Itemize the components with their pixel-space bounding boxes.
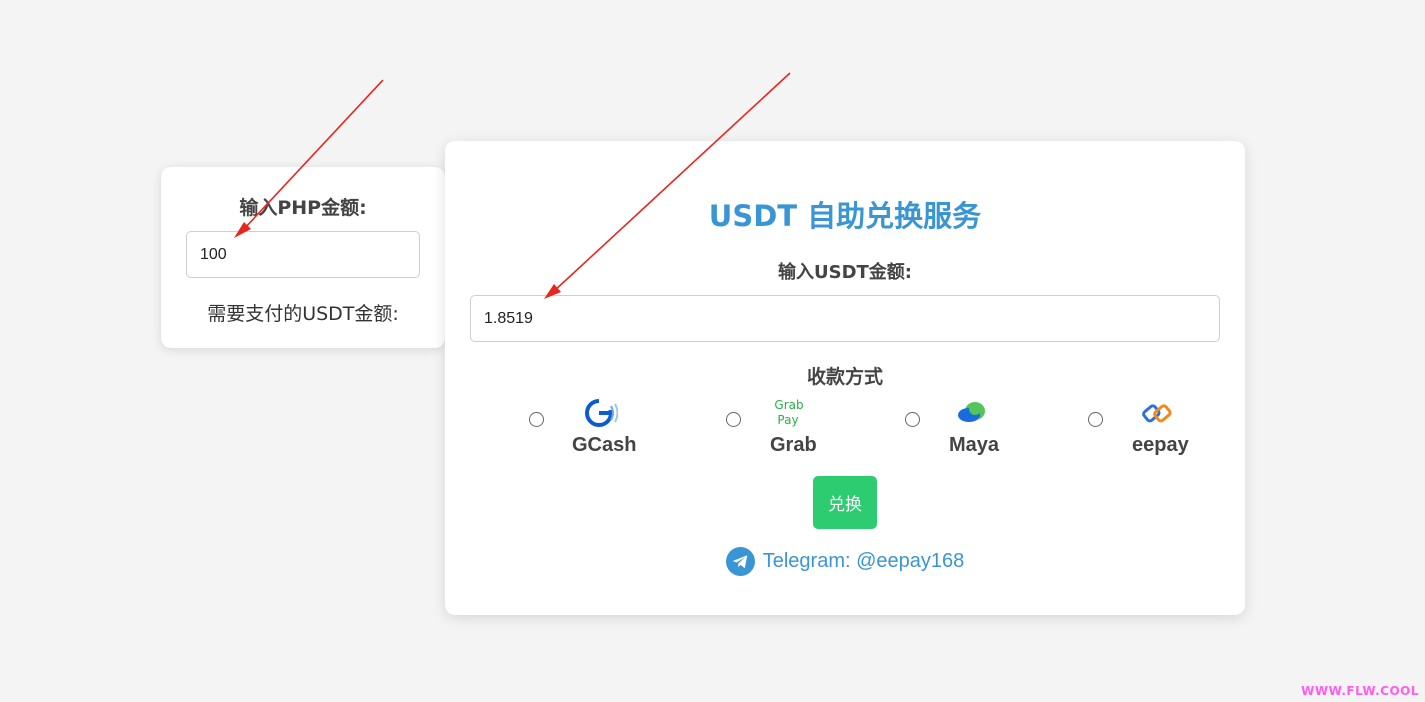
payment-option-gcash[interactable]: GCash bbox=[529, 396, 649, 466]
grabpay-logo-icon: Grab Pay bbox=[774, 398, 803, 427]
payment-option-eepay[interactable]: eepay bbox=[1088, 396, 1198, 466]
eepay-label: eepay bbox=[1132, 434, 1189, 456]
payment-option-grab[interactable]: Grab Pay Grab bbox=[726, 396, 836, 466]
gcash-radio[interactable] bbox=[529, 412, 544, 427]
exchange-button[interactable]: 兑换 bbox=[813, 476, 877, 529]
php-amount-card: 输入PHP金额: 需要支付的USDT金额: bbox=[161, 167, 445, 348]
grab-radio[interactable] bbox=[726, 412, 741, 427]
grab-label: Grab bbox=[770, 434, 817, 456]
gcash-logo-icon bbox=[585, 399, 618, 427]
page-title: USDT 自助兑换服务 bbox=[708, 199, 982, 233]
payment-method-label: 收款方式 bbox=[806, 366, 883, 388]
usdt-exchange-card: USDT 自助兑换服务 输入USDT金额: 收款方式 GCash Grab Pa… bbox=[445, 141, 1245, 615]
telegram-icon bbox=[725, 546, 755, 576]
php-amount-input[interactable] bbox=[186, 231, 420, 278]
usdt-payable-label: 需要支付的USDT金额: bbox=[207, 303, 399, 325]
maya-label: Maya bbox=[949, 434, 1000, 456]
php-amount-label: 输入PHP金额: bbox=[239, 197, 367, 219]
telegram-contact-link[interactable]: Telegram: @eepay168 bbox=[445, 546, 1245, 576]
eepay-logo-icon bbox=[1142, 404, 1172, 423]
watermark: WWW.FLW.COOL bbox=[1301, 684, 1419, 698]
eepay-radio[interactable] bbox=[1088, 412, 1103, 427]
maya-logo-icon bbox=[958, 402, 985, 422]
svg-text:Pay: Pay bbox=[777, 413, 798, 427]
telegram-text: Telegram: @eepay168 bbox=[762, 549, 965, 572]
usdt-amount-label: 输入USDT金额: bbox=[778, 262, 912, 283]
payment-option-maya[interactable]: Maya bbox=[905, 396, 1015, 466]
svg-text:Grab: Grab bbox=[774, 398, 803, 412]
maya-radio[interactable] bbox=[905, 412, 920, 427]
usdt-amount-input[interactable] bbox=[470, 295, 1220, 342]
gcash-label: GCash bbox=[572, 434, 637, 456]
